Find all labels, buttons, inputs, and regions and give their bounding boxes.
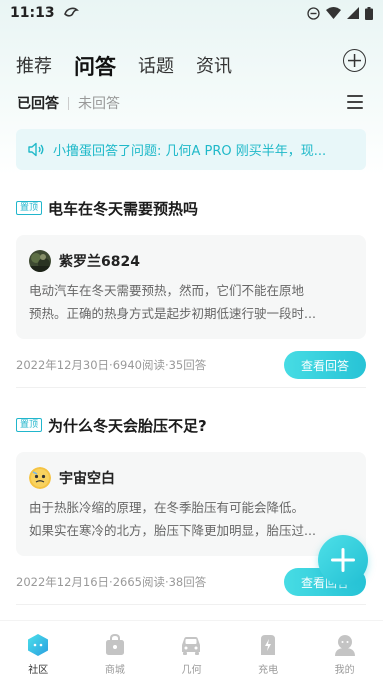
- answer-card[interactable]: 紫罗兰6824 电动汽车在冬天需要预热，然而，它们不能在原地 预热。正确的热身方…: [16, 235, 366, 339]
- nav-label: 充电: [258, 665, 279, 676]
- question-title-row[interactable]: 置顶 为什么冬天会胎压不足?: [16, 413, 366, 437]
- battery-icon: [365, 6, 373, 20]
- pinned-badge: 置顶: [16, 418, 43, 432]
- pinned-badge: 置顶: [16, 201, 43, 215]
- cellular-signal-icon: [347, 7, 359, 19]
- profile-icon: [334, 635, 355, 656]
- tab-topics[interactable]: 话题: [138, 54, 174, 80]
- subtab-unanswered[interactable]: 未回答: [78, 93, 120, 113]
- create-post-fab[interactable]: [318, 535, 368, 585]
- post-divider: [16, 387, 366, 388]
- question-title-row[interactable]: 置顶 电车在冬天需要预热吗: [16, 196, 366, 220]
- subtab-answered[interactable]: 已回答: [17, 93, 59, 113]
- add-post-button[interactable]: [343, 49, 366, 72]
- notice-banner[interactable]: 小撸蛋回答了问题: 几何A PRO 刚买半年，现...: [16, 129, 366, 170]
- do-not-disturb-icon: [307, 6, 320, 20]
- tab-qa[interactable]: 问答: [74, 54, 116, 80]
- status-time: 11:13: [10, 5, 55, 21]
- question-title: 为什么冬天会胎压不足?: [48, 416, 207, 435]
- top-tabs: 推荐 问答 话题 资讯: [16, 44, 232, 80]
- question-post: 置顶 电车在冬天需要预热吗 紫罗兰6824 电动汽车在冬天需要预热，然而，它们不…: [16, 196, 366, 379]
- answer-user: 宇宙空白: [29, 466, 352, 490]
- answer-card[interactable]: 宇宙空白 由于热胀冷缩的原理，在冬季胎压有可能会降低。 如果实在寒冷的北方，胎压…: [16, 452, 366, 556]
- charging-station-icon: [261, 635, 276, 655]
- wifi-icon: [326, 7, 341, 19]
- nav-label: 我的: [334, 665, 355, 676]
- nav-item-profile[interactable]: 我的: [306, 621, 383, 680]
- car-icon: [182, 637, 201, 655]
- plus-icon: [331, 548, 355, 572]
- speaker-icon: [28, 142, 44, 157]
- notice-text: 小撸蛋回答了问题: 几何A PRO 刚买半年，现...: [53, 144, 327, 159]
- view-answers-button[interactable]: 查看回答: [284, 351, 366, 379]
- avatar: [29, 467, 51, 489]
- bottom-navigation: 社区 商城 几何 充电 我的: [0, 620, 383, 680]
- answer-filter-tabs: 已回答 未回答: [17, 92, 120, 114]
- bird-notification-icon: [63, 7, 79, 17]
- post-meta: 2022年12月30日·6940阅读·35回答: [16, 358, 207, 372]
- question-post: 置顶 为什么冬天会胎压不足? 宇宙空白 由于热胀冷缩的原理，在冬季胎压有可能会降…: [16, 413, 366, 596]
- post-meta-row: 2022年12月30日·6940阅读·35回答 查看回答: [16, 351, 366, 379]
- post-divider: [16, 604, 366, 605]
- tab-news[interactable]: 资讯: [196, 54, 232, 80]
- answer-line: 电动汽车在冬天需要预热，然而，它们不能在原地: [29, 283, 305, 298]
- user-name: 宇宙空白: [59, 471, 115, 487]
- answer-line: 由于热胀冷缩的原理，在冬季胎压有可能会降低。: [29, 500, 305, 515]
- nav-label: 商城: [104, 665, 125, 676]
- user-name: 紫罗兰6824: [59, 254, 140, 270]
- answer-user: 紫罗兰6824: [29, 249, 352, 273]
- nav-label: 社区: [28, 665, 49, 676]
- question-title: 电车在冬天需要预热吗: [48, 199, 199, 218]
- shop-bag-icon: [105, 633, 124, 655]
- menu-icon[interactable]: [347, 95, 363, 109]
- nav-item-community[interactable]: 社区: [0, 621, 77, 680]
- nav-item-charging[interactable]: 充电: [230, 621, 307, 680]
- subtab-divider: [68, 96, 69, 110]
- nav-item-geometry[interactable]: 几何: [153, 621, 230, 680]
- status-bar: 11:13: [0, 0, 383, 26]
- post-meta: 2022年12月16日·2665阅读·38回答: [16, 575, 207, 589]
- answer-line: 预热。正确的热身方式是起步初期低速行驶一段时...: [29, 306, 316, 321]
- answer-excerpt: 电动汽车在冬天需要预热，然而，它们不能在原地 预热。正确的热身方式是起步初期低速…: [29, 279, 352, 325]
- answer-line: 如果实在寒冷的北方，胎压下降更加明显，胎压过...: [29, 523, 316, 538]
- tab-recommend[interactable]: 推荐: [16, 54, 52, 80]
- post-meta-row: 2022年12月16日·2665阅读·38回答 查看回答: [16, 568, 366, 596]
- nav-item-shop[interactable]: 商城: [77, 621, 154, 680]
- community-icon: [28, 634, 49, 656]
- nav-label: 几何: [181, 665, 202, 676]
- plus-icon: [348, 54, 361, 67]
- avatar: [29, 250, 51, 272]
- answer-excerpt: 由于热胀冷缩的原理，在冬季胎压有可能会降低。 如果实在寒冷的北方，胎压下降更加明…: [29, 496, 352, 542]
